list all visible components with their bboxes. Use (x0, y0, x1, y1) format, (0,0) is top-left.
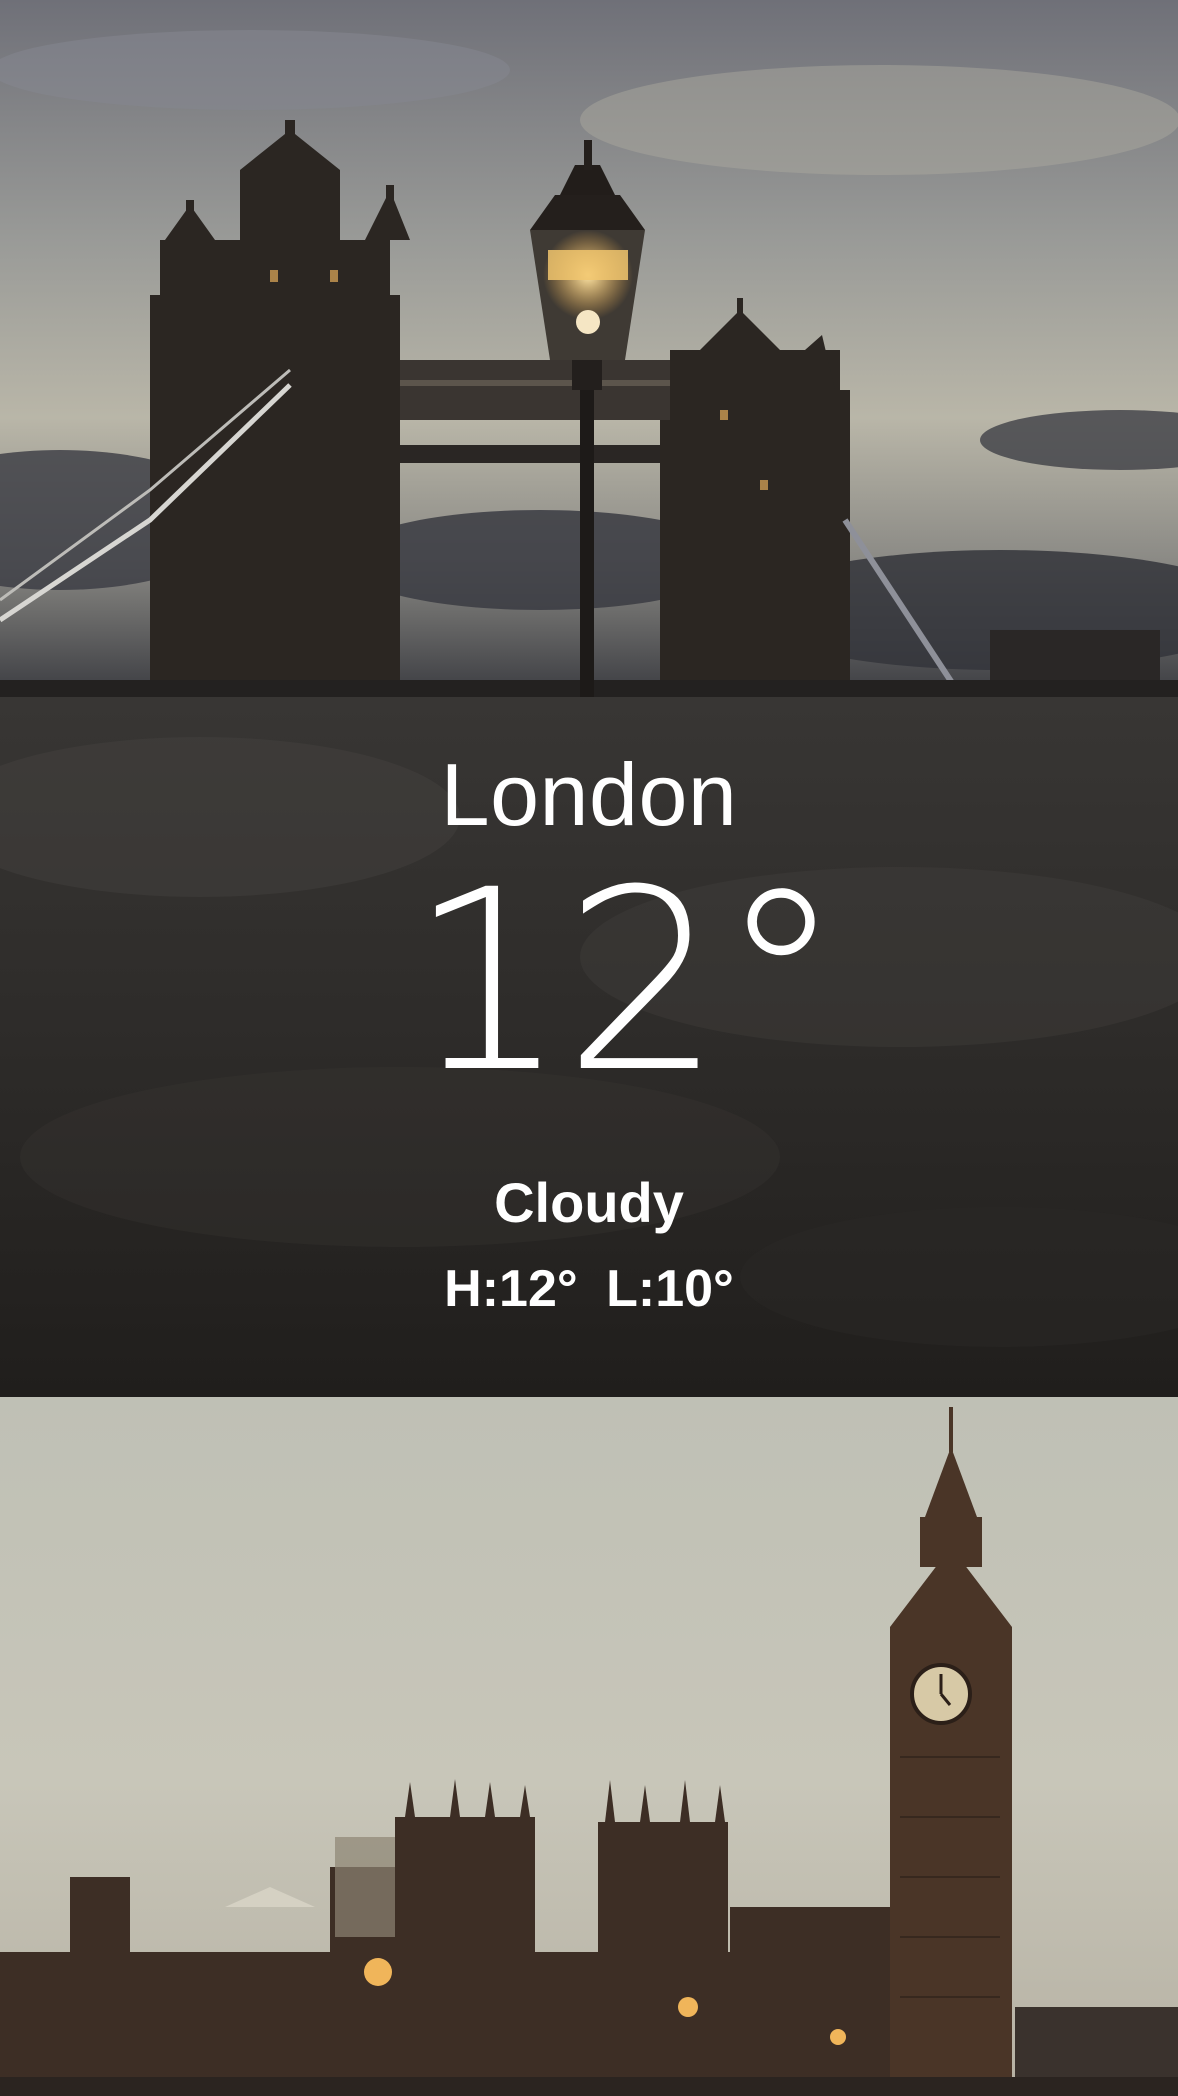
city-name: London (440, 745, 738, 844)
weather-condition: Cloudy (494, 1171, 684, 1234)
weather-screen: London 12° Cloudy H:12° L:10° (0, 0, 1178, 2096)
current-temperature: 12° (408, 836, 843, 1127)
weather-panel: London 12° Cloudy H:12° L:10° (0, 697, 1178, 1397)
big-ben-photo (0, 1397, 1178, 2096)
high-low-temperature: H:12° L:10° (444, 1260, 734, 1318)
tower-bridge-photo (0, 0, 1178, 697)
